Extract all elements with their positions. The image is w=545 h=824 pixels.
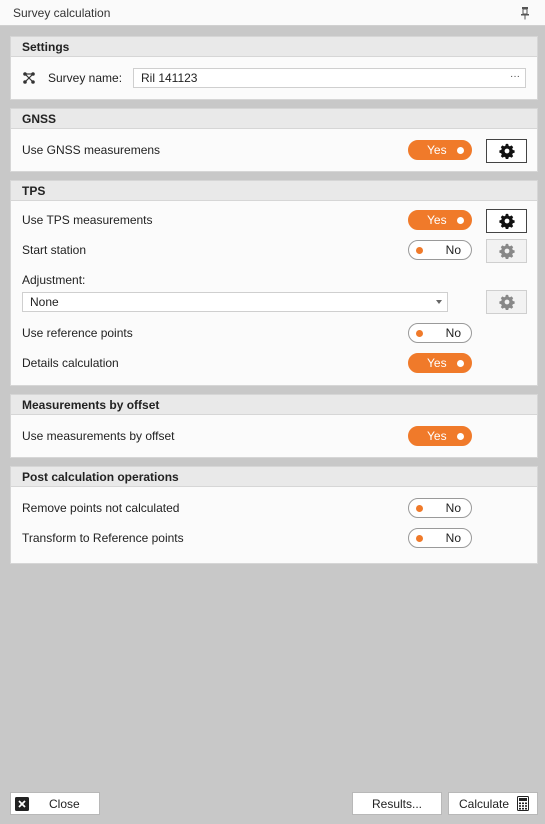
survey-name-value: Ril 141123 <box>141 71 198 85</box>
toggle-knob <box>457 217 464 224</box>
gnss-panel: GNSS Use GNSS measuremens Yes <box>10 108 538 172</box>
use-gnss-toggle[interactable]: Yes <box>408 140 472 160</box>
gnss-settings-button[interactable] <box>486 139 527 163</box>
survey-network-icon <box>22 71 36 85</box>
use-offset-toggle[interactable]: Yes <box>408 426 472 446</box>
details-calculation-label: Details calculation <box>22 356 119 370</box>
post-calculation-header: Post calculation operations <box>11 467 537 487</box>
survey-name-label: Survey name: <box>48 71 123 85</box>
details-calculation-toggle-text: Yes <box>427 356 447 370</box>
adjustment-value: None <box>30 295 59 309</box>
adjustment-label: Adjustment: <box>22 273 86 287</box>
window-titlebar: Survey calculation <box>0 0 545 26</box>
adjustment-select[interactable]: None <box>22 292 448 312</box>
calculator-icon <box>517 796 530 811</box>
survey-name-input[interactable]: Ril 141123 ··· <box>133 68 526 88</box>
pin-icon[interactable] <box>519 6 531 20</box>
window-title: Survey calculation <box>13 5 111 20</box>
remove-points-toggle-text: No <box>445 501 461 515</box>
start-station-label: Start station <box>22 243 87 257</box>
toggle-knob <box>416 505 423 512</box>
gear-icon <box>498 294 515 310</box>
adjustment-settings-button[interactable] <box>486 290 527 314</box>
remove-points-toggle[interactable]: No <box>408 498 472 518</box>
use-tps-toggle-text: Yes <box>427 213 447 227</box>
start-station-toggle[interactable]: No <box>408 240 472 260</box>
gear-icon <box>498 213 515 229</box>
offset-panel: Measurements by offset Use measurements … <box>10 394 538 458</box>
toggle-knob <box>457 147 464 154</box>
use-gnss-toggle-text: Yes <box>427 143 447 157</box>
calculate-button-label: Calculate <box>459 796 510 811</box>
tps-settings-button[interactable] <box>486 209 527 233</box>
gear-icon <box>498 243 515 259</box>
gear-icon <box>498 143 515 159</box>
gnss-header: GNSS <box>11 109 537 129</box>
close-button[interactable]: Close <box>10 792 100 815</box>
toggle-knob <box>416 247 423 254</box>
transform-toggle[interactable]: No <box>408 528 472 548</box>
close-icon <box>15 796 29 811</box>
start-station-settings-button[interactable] <box>486 239 527 263</box>
calculate-button[interactable]: Calculate <box>448 792 538 815</box>
settings-header: Settings <box>11 37 537 57</box>
results-button[interactable]: Results... <box>352 792 442 815</box>
use-gnss-label: Use GNSS measuremens <box>22 143 161 157</box>
reference-points-toggle[interactable]: No <box>408 323 472 343</box>
close-button-label: Close <box>49 796 80 811</box>
use-offset-toggle-text: Yes <box>427 429 447 443</box>
use-tps-label: Use TPS measurements <box>22 213 153 227</box>
toggle-knob <box>416 330 423 337</box>
toggle-knob <box>416 535 423 542</box>
use-offset-label: Use measurements by offset <box>22 429 175 443</box>
dropdown-arrow-icon[interactable] <box>436 300 442 304</box>
settings-panel: Settings Survey name: Ril 141123 ··· <box>10 36 538 100</box>
tps-header: TPS <box>11 181 537 201</box>
reference-points-label: Use reference points <box>22 326 133 340</box>
reference-points-toggle-text: No <box>445 326 461 340</box>
use-tps-toggle[interactable]: Yes <box>408 210 472 230</box>
toggle-knob <box>457 433 464 440</box>
transform-label: Transform to Reference points <box>22 531 184 545</box>
post-calculation-panel: Post calculation operations Remove point… <box>10 466 538 564</box>
more-options-icon[interactable]: ··· <box>510 68 520 86</box>
remove-points-label: Remove points not calculated <box>22 501 180 515</box>
transform-toggle-text: No <box>445 531 461 545</box>
tps-panel: TPS Use TPS measurements Yes Start stati… <box>10 180 538 386</box>
start-station-toggle-text: No <box>445 243 461 257</box>
results-button-label: Results... <box>371 796 422 811</box>
toggle-knob <box>457 360 464 367</box>
details-calculation-toggle[interactable]: Yes <box>408 353 472 373</box>
adjustment-row: Adjustment: <box>22 269 537 291</box>
offset-header: Measurements by offset <box>11 395 537 415</box>
